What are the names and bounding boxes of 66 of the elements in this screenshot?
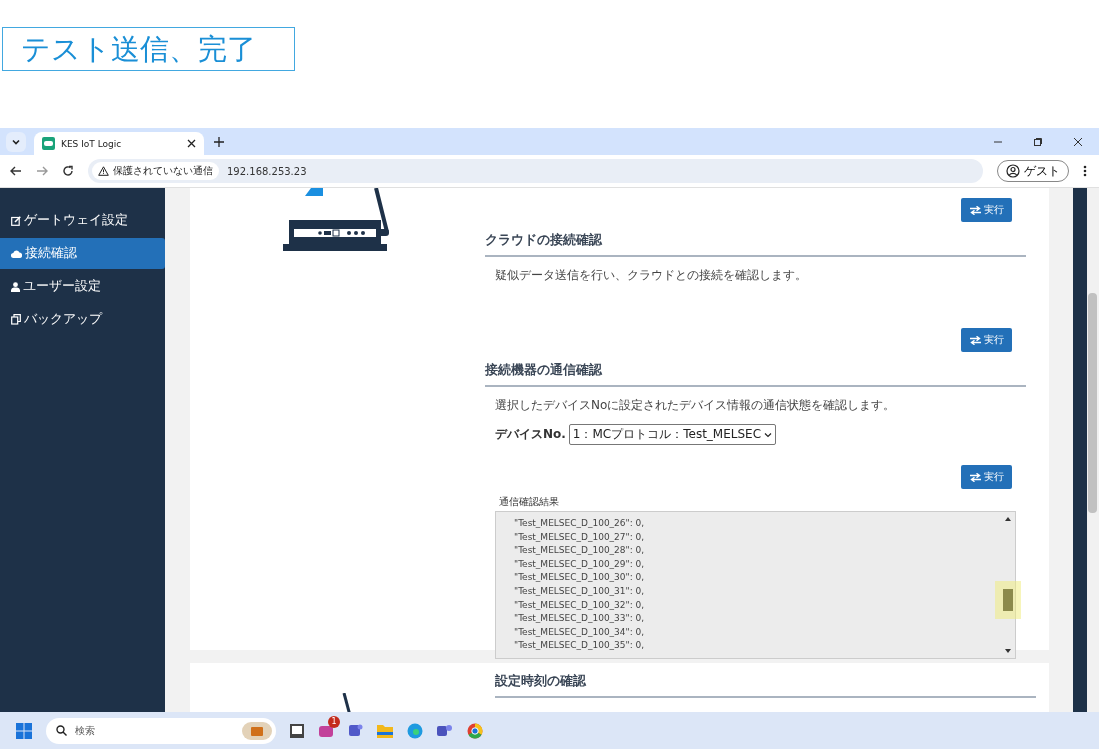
forward-icon[interactable] [36, 165, 48, 177]
scrollbar-thumb[interactable] [1088, 293, 1097, 513]
result-line: "Test_MELSEC_D_100_34": 0, [514, 625, 646, 639]
cloud-icon [11, 249, 22, 258]
swap-arrows-icon [969, 335, 981, 345]
sidebar-item[interactable]: ゲートウェイ設定 [0, 205, 165, 236]
new-tab-icon[interactable] [214, 136, 224, 147]
briefcase-icon[interactable] [242, 721, 272, 740]
restore-icon[interactable] [1033, 136, 1043, 147]
result-label: 通信確認結果 [498, 495, 560, 509]
app-icon[interactable] [290, 723, 304, 738]
section-heading: 接続機器の通信確認 [485, 362, 1026, 387]
section-description: 選択したデバイスNoに設定されたデバイス情報の通信状態を確認します。 [494, 397, 897, 414]
device-select[interactable]: 1：MCプロトコル：Test_MELSEC [568, 424, 777, 445]
close-icon[interactable] [1073, 136, 1083, 147]
person-icon [1006, 164, 1020, 178]
result-line: "Test_MELSEC_D_100_35": 0, [514, 639, 646, 653]
tab-list-button[interactable] [6, 131, 26, 152]
app-icon[interactable] [437, 723, 453, 738]
sidebar-item[interactable]: 接続確認 [0, 238, 165, 269]
result-textarea[interactable] [495, 511, 1016, 659]
back-icon[interactable] [10, 165, 22, 177]
scrollbar-thumb[interactable] [1003, 589, 1013, 611]
swap-arrows-icon [969, 205, 981, 215]
result-line: "Test_MELSEC_D_100_32": 0, [514, 598, 646, 612]
profile-button[interactable]: ゲスト [997, 160, 1069, 182]
section-description: 疑似データ送信を行い、クラウドとの接続を確認します。 [494, 267, 808, 284]
sidebar-item[interactable]: ユーザー設定 [0, 271, 165, 302]
site-logo-icon [42, 137, 55, 150]
menu-icon[interactable] [1083, 165, 1087, 177]
start-icon[interactable] [16, 722, 32, 739]
reload-icon[interactable] [62, 165, 74, 177]
result-line: "Test_MELSEC_D_100_31": 0, [514, 584, 646, 598]
result-line: "Test_MELSEC_D_100_33": 0, [514, 612, 646, 626]
url-text: 192.168.253.23 [227, 165, 307, 177]
section-heading: クラウドの接続確認 [485, 232, 1026, 257]
result-line: "Test_MELSEC_D_100_26": 0, [514, 517, 646, 530]
sidebar-item[interactable]: バックアップ [0, 304, 165, 335]
warning-icon [98, 166, 109, 176]
address-bar[interactable]: 保護されていない通信 192.168.253.23 [88, 159, 983, 183]
run-button[interactable]: 実行 [961, 465, 1012, 489]
run-button[interactable]: 実行 [961, 198, 1012, 222]
search-icon [56, 725, 67, 736]
run-button[interactable]: 実行 [961, 328, 1012, 352]
tab-title: KES IoT Logic [61, 138, 123, 149]
caret-icon [764, 431, 773, 438]
notification-badge: 1 [328, 715, 340, 728]
security-chip[interactable]: 保護されていない通信 [92, 162, 219, 180]
browser-icon[interactable] [467, 722, 483, 739]
result-line: "Test_MELSEC_D_100_28": 0, [514, 544, 646, 558]
result-line: "Test_MELSEC_D_100_27": 0, [514, 530, 646, 544]
app-icon[interactable] [348, 723, 363, 738]
caption-title: テスト送信、完了 [2, 27, 295, 71]
copy-icon [11, 314, 21, 325]
section-heading: 設定時刻の確認 [495, 673, 1036, 698]
user-icon [11, 281, 20, 292]
swap-arrows-icon [969, 472, 981, 482]
close-icon[interactable] [187, 139, 196, 148]
result-line: "Test_MELSEC_D_100_30": 0, [514, 571, 646, 585]
browser-tab[interactable]: KES IoT Logic [34, 132, 204, 155]
edit-icon [11, 215, 21, 226]
device-label: デバイスNo. [495, 426, 566, 443]
taskbar-search-field[interactable]: 検索 [46, 717, 276, 744]
scroll-up-icon[interactable] [1005, 517, 1011, 521]
folder-icon[interactable] [377, 723, 393, 738]
result-line: "Test_MELSEC_D_100_29": 0, [514, 557, 646, 571]
